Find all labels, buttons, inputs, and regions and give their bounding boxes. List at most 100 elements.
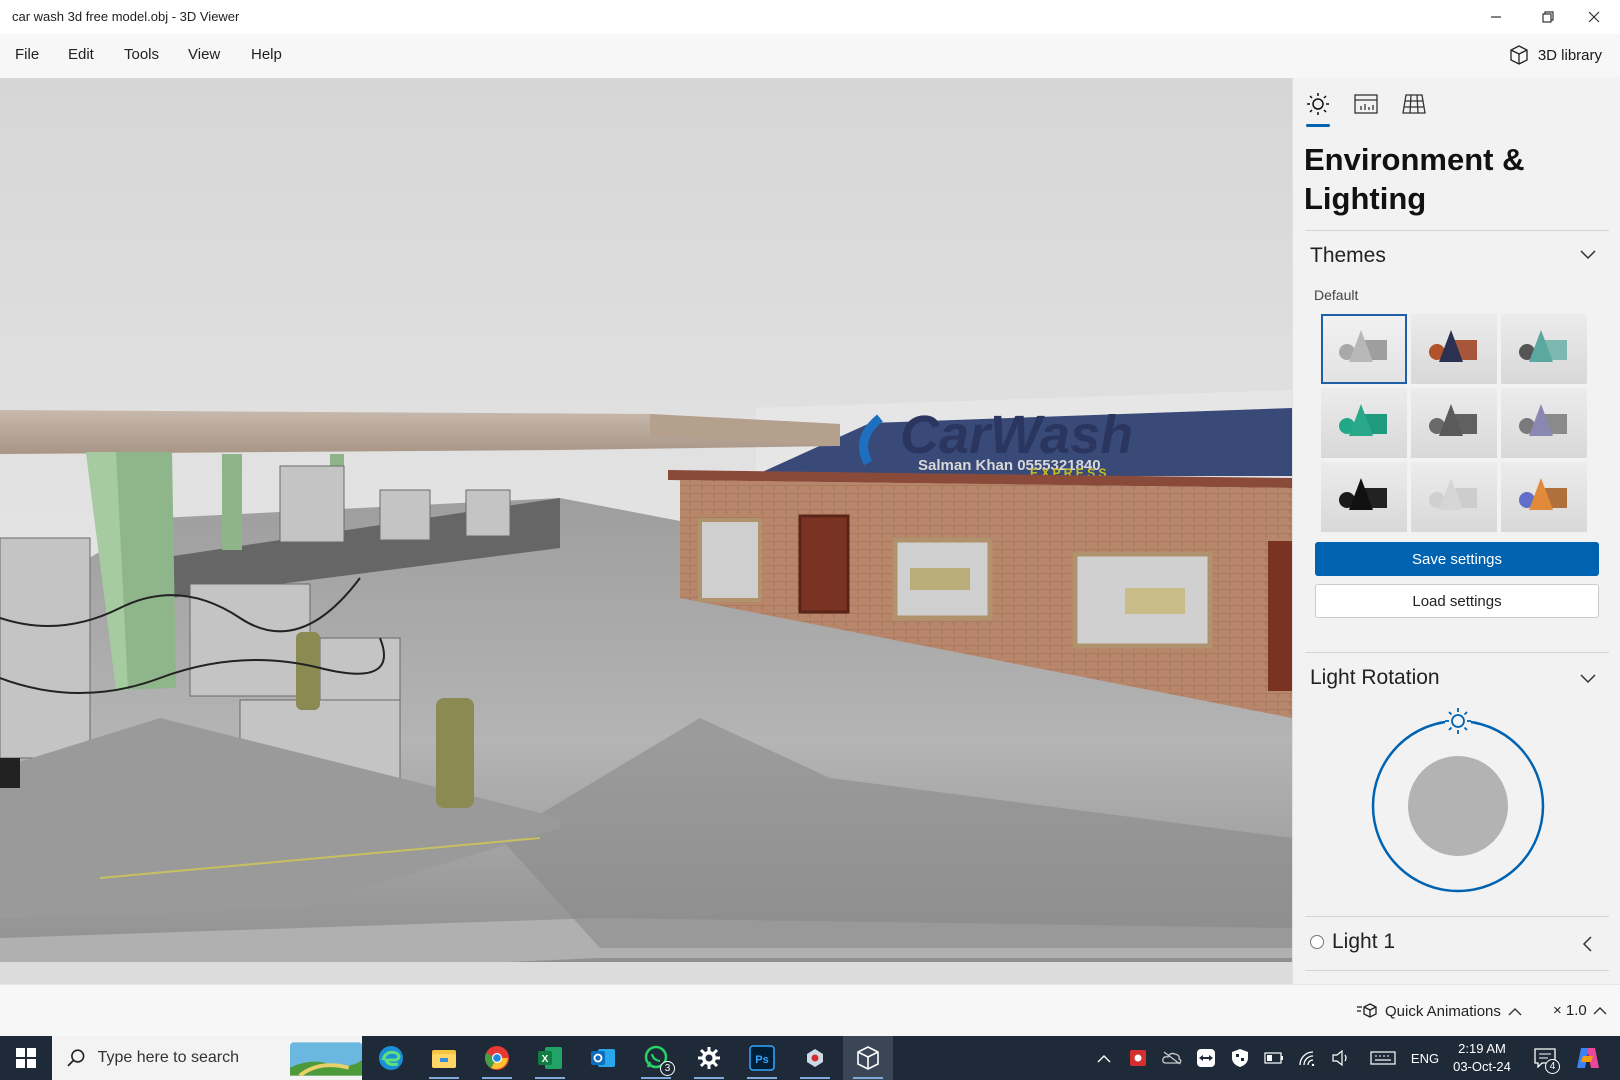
theme-swatch[interactable] (1411, 314, 1497, 384)
chevron-down-icon[interactable] (1580, 250, 1596, 260)
taskbar-chrome[interactable] (472, 1036, 522, 1080)
menu-edit[interactable]: Edit (68, 46, 94, 63)
load-settings-button[interactable]: Load settings (1315, 584, 1599, 618)
theme-grid (1321, 314, 1587, 532)
menu-tools[interactable]: Tools (124, 46, 159, 63)
3d-library-button[interactable]: 3D library (1508, 44, 1602, 66)
taskbar-excel[interactable]: X (525, 1036, 575, 1080)
theme-swatch[interactable] (1411, 462, 1497, 532)
search-icon (67, 1049, 85, 1067)
divider (1305, 970, 1609, 971)
start-button[interactable] (0, 1036, 52, 1080)
3d-library-label: 3D library (1537, 46, 1602, 64)
theme-swatch[interactable] (1501, 314, 1587, 384)
theme-preview-icon (1519, 404, 1567, 436)
themes-heading[interactable]: Themes (1310, 244, 1386, 268)
teamviewer-icon (1197, 1049, 1215, 1067)
menu-help[interactable]: Help (251, 46, 282, 63)
theme-swatch[interactable] (1411, 388, 1497, 458)
cloud-off-icon (1162, 1051, 1182, 1065)
taskbar-whatsapp[interactable]: 3 (631, 1036, 681, 1080)
active-tab-indicator (1306, 124, 1330, 127)
menu-bar: File Edit Tools View Help 3D library (0, 34, 1620, 78)
windows-logo-icon (16, 1048, 36, 1068)
menu-view[interactable]: View (188, 46, 220, 63)
theme-swatch[interactable] (1501, 462, 1587, 532)
svg-text:Ps: Ps (755, 1054, 768, 1066)
clock-date: 03-Oct-24 (1453, 1059, 1511, 1074)
tray-onedrive[interactable] (1160, 1036, 1184, 1080)
3d-scene[interactable]: CarWash Salman Khan 0555321840 E X P R E… (0, 78, 1292, 984)
light-rotation-heading[interactable]: Light Rotation (1310, 666, 1440, 690)
minimize-icon (1491, 16, 1501, 18)
quick-animations-label: Quick Animations (1385, 1002, 1501, 1020)
tab-stats[interactable] (1352, 90, 1380, 118)
taskbar-settings[interactable] (684, 1036, 734, 1080)
taskbar-3d-viewer[interactable] (843, 1036, 893, 1080)
photoshop-icon: Ps (749, 1045, 775, 1071)
sign-title: CarWash (900, 405, 1133, 465)
tray-notifications[interactable]: 4 (1530, 1036, 1560, 1080)
whatsapp-badge: 3 (660, 1061, 675, 1076)
taskbar-outlook[interactable] (578, 1036, 628, 1080)
panel-title: Environment & Lighting (1304, 142, 1525, 216)
chevron-up-icon (1097, 1054, 1111, 1062)
tray-overflow-button[interactable] (1092, 1036, 1116, 1080)
theme-swatch[interactable] (1321, 388, 1407, 458)
taskbar: X 3 Ps ENG (0, 1036, 1620, 1080)
close-button[interactable] (1568, 0, 1620, 34)
theme-preview-icon (1339, 478, 1387, 510)
theme-swatch[interactable] (1501, 388, 1587, 458)
speed-label: × 1.0 (1553, 1002, 1587, 1019)
restore-button[interactable] (1522, 0, 1574, 34)
search-highlight-icon (289, 1042, 362, 1076)
tray-wifi[interactable] (1296, 1036, 1320, 1080)
search-input[interactable] (97, 1049, 278, 1067)
taskbar-app[interactable] (790, 1036, 840, 1080)
excel-icon: X (538, 1047, 562, 1069)
title-bar: car wash 3d free model.obj - 3D Viewer (0, 0, 1620, 34)
sun-handle-icon[interactable] (1445, 708, 1471, 734)
taskbar-photoshop[interactable]: Ps (737, 1036, 787, 1080)
minimize-button[interactable] (1470, 0, 1522, 34)
taskbar-edge[interactable] (366, 1036, 416, 1080)
tray-keyboard[interactable] (1368, 1036, 1398, 1080)
menu-file[interactable]: File (15, 46, 39, 63)
shield-icon (1232, 1049, 1248, 1067)
theme-swatch[interactable] (1321, 314, 1407, 384)
tab-environment[interactable] (1304, 90, 1332, 118)
3d-viewport[interactable]: CarWash Salman Khan 0555321840 E X P R E… (0, 78, 1292, 984)
cube-icon (1510, 45, 1528, 65)
light-sphere-preview (1408, 756, 1508, 856)
animation-speed-button[interactable]: × 1.0 (1553, 1002, 1607, 1019)
taskbar-file-explorer[interactable] (419, 1036, 469, 1080)
taskbar-search[interactable] (52, 1036, 362, 1080)
tray-security[interactable] (1228, 1036, 1252, 1080)
theme-swatch[interactable] (1321, 462, 1407, 532)
divider (1305, 916, 1609, 917)
close-icon (1588, 11, 1600, 23)
environment-panel: Environment & Lighting Themes Default Sa… (1292, 78, 1620, 984)
chevron-down-icon[interactable] (1580, 674, 1596, 684)
quick-animations-button[interactable]: Quick Animations (1356, 1002, 1522, 1020)
edge-icon (379, 1046, 403, 1070)
light-1-radio[interactable] (1310, 935, 1324, 949)
tab-mesh[interactable] (1400, 90, 1428, 118)
tray-teamviewer[interactable] (1194, 1036, 1218, 1080)
speaker-icon (1332, 1050, 1347, 1066)
3d-viewer-icon (857, 1046, 879, 1070)
tray-record[interactable] (1126, 1036, 1150, 1080)
theme-preview-icon (1429, 330, 1477, 362)
tray-volume[interactable] (1330, 1036, 1354, 1080)
tray-copilot[interactable] (1570, 1036, 1606, 1080)
copilot-icon (1577, 1048, 1599, 1068)
sun-icon (1307, 93, 1329, 115)
save-settings-button[interactable]: Save settings (1315, 542, 1599, 576)
light-1-row[interactable]: Light 1 (1310, 930, 1395, 954)
taskbar-clock[interactable]: 2:19 AM 03-Oct-24 (1432, 1040, 1532, 1076)
tray-battery[interactable] (1262, 1036, 1286, 1080)
chevron-left-icon[interactable] (1582, 936, 1592, 952)
light-rotation-control[interactable] (1363, 704, 1553, 894)
chrome-icon (485, 1046, 509, 1070)
clock-time: 2:19 AM (1458, 1041, 1506, 1056)
